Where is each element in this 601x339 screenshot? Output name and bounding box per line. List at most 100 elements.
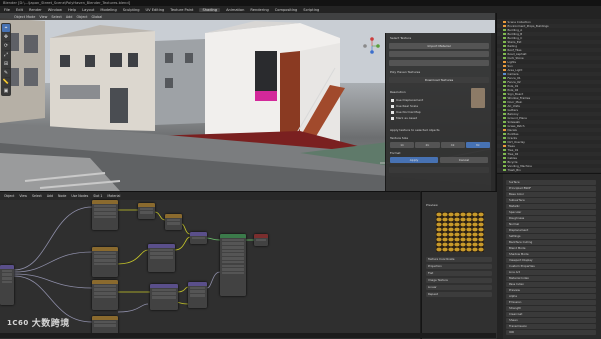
property-row[interactable]: Viewport Display bbox=[506, 258, 596, 263]
preview-setting-row[interactable]: Projection bbox=[426, 264, 492, 269]
property-row[interactable]: Displacement bbox=[506, 228, 596, 233]
mesh-icon bbox=[503, 48, 506, 52]
texture-thumbnail[interactable] bbox=[471, 88, 485, 108]
menu-window[interactable]: Window bbox=[48, 8, 62, 12]
property-row[interactable]: Strength bbox=[506, 306, 596, 311]
viewport-menu-object-mode[interactable]: Object Mode bbox=[14, 15, 35, 19]
material-output-node[interactable] bbox=[254, 234, 268, 246]
property-row[interactable]: Surface bbox=[506, 180, 596, 185]
3d-viewport[interactable]: Object Mode View Select Add Object Global ⌖ ✥ ⟳… bbox=[0, 13, 495, 191]
menu-file[interactable]: File bbox=[4, 8, 10, 12]
menu-texture-paint[interactable]: Texture Paint bbox=[170, 8, 193, 12]
property-row[interactable]: Shadow Mode bbox=[506, 252, 596, 257]
checkbox-row[interactable]: Mark as Asset bbox=[391, 115, 486, 121]
viewport-menu-global[interactable]: Global bbox=[92, 15, 103, 19]
menu-animation[interactable]: Animation bbox=[226, 8, 244, 12]
checkbox[interactable] bbox=[391, 104, 394, 108]
viewport-menu-select[interactable]: Select bbox=[51, 15, 61, 19]
menu-render[interactable]: Render bbox=[29, 8, 42, 12]
property-row[interactable]: Clearcoat bbox=[506, 312, 596, 317]
preview-setting-row[interactable]: Texture Coordinate bbox=[426, 257, 492, 262]
property-row[interactable]: IOR bbox=[506, 330, 596, 335]
property-row[interactable]: Metallic bbox=[506, 204, 596, 209]
status-bar bbox=[0, 333, 496, 338]
resolution-option-2k[interactable]: 2k bbox=[415, 142, 440, 148]
extra-option-row[interactable] bbox=[389, 167, 489, 173]
mesh-icon bbox=[503, 104, 506, 108]
image-texture-node-1[interactable] bbox=[92, 200, 118, 230]
menu-layout[interactable]: Layout bbox=[82, 8, 94, 12]
bump-node[interactable] bbox=[148, 244, 175, 272]
mesh-icon bbox=[503, 52, 506, 56]
image-texture-node-3[interactable] bbox=[92, 280, 118, 310]
property-row[interactable]: Preview bbox=[506, 288, 596, 293]
property-row[interactable]: Transmission bbox=[506, 324, 596, 329]
property-row[interactable]: Roughness bbox=[506, 216, 596, 221]
scale-icon[interactable]: ⤢ bbox=[2, 51, 10, 59]
viewport-menu-object[interactable]: Object bbox=[76, 15, 87, 19]
preview-setting-row[interactable]: Linear bbox=[426, 285, 492, 290]
checkbox[interactable] bbox=[391, 98, 394, 102]
measure-icon[interactable]: 📏 bbox=[2, 78, 10, 86]
cancel-button[interactable]: Cancel bbox=[440, 157, 488, 163]
annotate-icon[interactable]: ✎ bbox=[2, 69, 10, 77]
menu-compositing[interactable]: Compositing bbox=[275, 8, 298, 12]
menu-modeling[interactable]: Modeling bbox=[100, 8, 116, 12]
checkbox[interactable] bbox=[391, 110, 394, 114]
menu-help[interactable]: Help bbox=[68, 8, 76, 12]
property-row[interactable]: Backface Culling bbox=[506, 240, 596, 245]
mix-rgb-node[interactable] bbox=[165, 214, 182, 230]
property-row[interactable]: Specular bbox=[506, 210, 596, 215]
viewport-menu-add[interactable]: Add bbox=[66, 15, 73, 19]
property-row[interactable]: Normal bbox=[506, 222, 596, 227]
preview-setting-row[interactable]: Flat bbox=[426, 271, 492, 276]
property-row[interactable]: Settings bbox=[506, 234, 596, 239]
property-row[interactable]: Base Color bbox=[506, 192, 596, 197]
preview-setting-row[interactable]: Repeat bbox=[426, 292, 492, 297]
watermark: 1C60 大数跨境 bbox=[7, 316, 70, 330]
property-row[interactable]: Emission bbox=[506, 300, 596, 305]
add-cube-icon[interactable]: ▣ bbox=[2, 87, 10, 95]
displacement-node[interactable] bbox=[150, 284, 178, 310]
resolution-option-1k[interactable]: 1k bbox=[390, 142, 415, 148]
resolution-option-4k[interactable]: 4k bbox=[440, 142, 465, 148]
property-row[interactable]: Alpha bbox=[506, 294, 596, 299]
download-textures-button[interactable]: Download Textures bbox=[389, 77, 489, 83]
property-row[interactable]: Pass Index bbox=[506, 282, 596, 287]
mesh-icon bbox=[503, 92, 506, 96]
property-row[interactable]: Principled BSDF bbox=[506, 186, 596, 191]
property-row[interactable]: Blend Mode bbox=[506, 246, 596, 251]
poly-haven-dropdown[interactable] bbox=[389, 60, 489, 66]
cursor-icon[interactable]: ⌖ bbox=[2, 24, 10, 32]
transform-icon[interactable]: ⊞ bbox=[2, 60, 10, 68]
material-dropdown[interactable] bbox=[389, 51, 489, 57]
property-row[interactable]: Custom Properties bbox=[506, 264, 596, 269]
property-row[interactable]: Line Art bbox=[506, 270, 596, 275]
menu-shading[interactable]: Shading bbox=[199, 7, 221, 12]
property-row[interactable]: Sheen bbox=[506, 318, 596, 323]
viewport-menu-view[interactable]: View bbox=[39, 15, 47, 19]
apply-button[interactable]: Apply bbox=[390, 157, 438, 163]
checkbox[interactable] bbox=[391, 116, 394, 120]
property-row[interactable]: Subsurface bbox=[506, 198, 596, 203]
property-row[interactable]: Material Index bbox=[506, 276, 596, 281]
menu-uv-editing[interactable]: UV Editing bbox=[146, 8, 165, 12]
resolution-option-8k[interactable]: 8k bbox=[465, 142, 490, 148]
collection-icon bbox=[503, 144, 506, 148]
image-texture-node-2[interactable] bbox=[92, 247, 118, 277]
rotate-icon[interactable]: ⟳ bbox=[2, 42, 10, 50]
move-icon[interactable]: ✥ bbox=[2, 33, 10, 41]
principled-bsdf-node[interactable] bbox=[220, 234, 246, 296]
outliner-item[interactable]: Trash_Bin bbox=[497, 168, 601, 172]
texture-coordinate-node[interactable] bbox=[0, 265, 14, 305]
color-ramp-node[interactable] bbox=[138, 203, 155, 219]
preview-setting-row[interactable]: Image Texture bbox=[426, 278, 492, 283]
menu-sculpting[interactable]: Sculpting bbox=[123, 8, 140, 12]
import-material-button[interactable]: Import Material bbox=[389, 43, 489, 49]
normal-map-node[interactable] bbox=[190, 232, 207, 244]
separate-rgb-node[interactable] bbox=[188, 282, 207, 308]
outliner-list: Scene Collection Environment_Props_Buildi… bbox=[497, 20, 601, 172]
menu-rendering[interactable]: Rendering bbox=[250, 8, 268, 12]
menu-scripting[interactable]: Scripting bbox=[303, 8, 319, 12]
menu-edit[interactable]: Edit bbox=[16, 8, 23, 12]
